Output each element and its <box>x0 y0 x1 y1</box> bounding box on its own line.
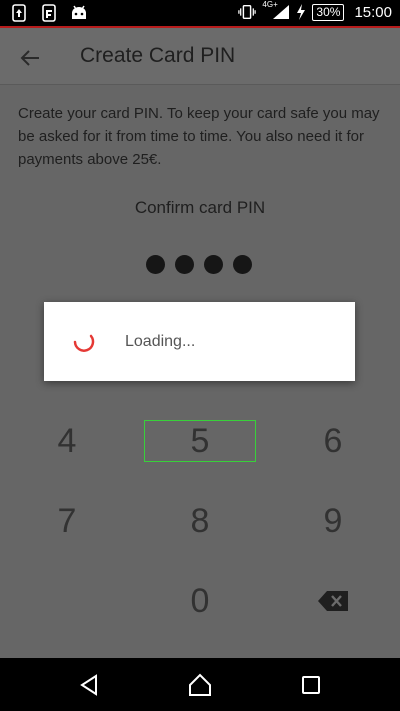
navigation-bar <box>0 658 400 711</box>
description-text: Create your card PIN. To keep your card … <box>18 105 380 168</box>
home-icon <box>189 673 211 696</box>
triangle-back-icon <box>80 674 97 696</box>
key-7[interactable]: 7 <box>11 500 123 542</box>
key-4[interactable]: 4 <box>11 420 123 462</box>
signal-icon: 4G+ <box>262 0 290 21</box>
key-9[interactable]: 9 <box>277 500 389 542</box>
key-5[interactable]: 5 <box>144 420 256 462</box>
loading-text: Loading... <box>125 333 196 350</box>
nav-back-button[interactable] <box>74 670 104 700</box>
square-recents-icon <box>302 676 320 694</box>
battery-level: 30% <box>312 3 345 21</box>
notification-android-icon <box>70 4 88 22</box>
charging-icon <box>296 3 306 21</box>
notification-upload-icon <box>10 4 28 22</box>
pin-dot <box>233 255 252 274</box>
spinner-icon <box>73 334 95 352</box>
pin-dot <box>204 255 223 274</box>
key-6[interactable]: 6 <box>277 420 389 462</box>
network-type: 4G+ <box>262 0 278 9</box>
vibrate-icon <box>238 3 257 21</box>
pin-dot <box>175 255 194 274</box>
arrow-left-icon <box>20 50 39 66</box>
loading-dialog: Loading... <box>44 302 355 381</box>
status-bar: 4G+ 30% 15:00 <box>0 0 400 28</box>
back-button[interactable] <box>14 42 46 74</box>
backspace-button[interactable] <box>277 580 389 622</box>
nav-home-button[interactable] <box>185 670 215 700</box>
app-bar: Create Card PIN <box>0 28 400 85</box>
backspace-icon <box>318 591 348 611</box>
notification-nfc-icon <box>40 4 58 22</box>
key-8[interactable]: 8 <box>144 500 256 542</box>
page-title: Create Card PIN <box>80 44 236 67</box>
nav-recents-button[interactable] <box>296 670 326 700</box>
clock: 15:00 <box>354 3 392 21</box>
pin-dot <box>146 255 165 274</box>
key-0[interactable]: 0 <box>144 580 256 622</box>
confirm-pin-label: Confirm card PIN <box>134 198 266 217</box>
pin-indicator <box>146 255 252 274</box>
